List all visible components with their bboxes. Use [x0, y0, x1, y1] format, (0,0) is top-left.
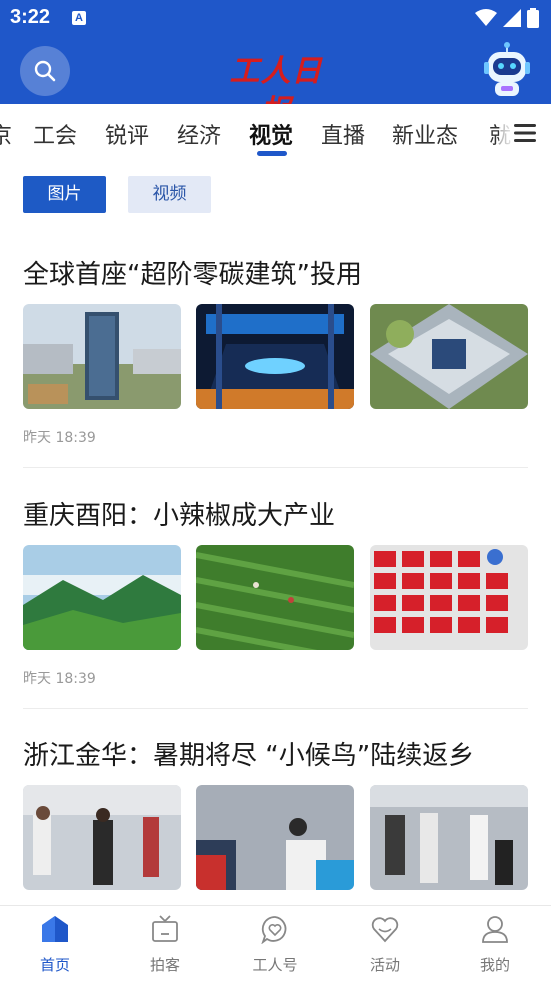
system-icons — [475, 8, 539, 28]
bottom-navigation: 首页 拍客 工人号 活动 我的 — [0, 905, 551, 981]
article-card[interactable]: 浙江金华：暑期将尽 “小候鸟”陆续返乡 — [23, 735, 528, 900]
article-title[interactable]: 重庆酉阳：小辣椒成大产业 — [23, 495, 335, 532]
article-image[interactable] — [23, 545, 181, 650]
tab-union[interactable]: 工会 — [33, 118, 77, 150]
heart-icon — [371, 917, 399, 943]
app-header: 工人日报 — [0, 36, 551, 129]
nav-paike-label: 拍客 — [149, 956, 180, 974]
signal-icon — [503, 9, 521, 27]
menu-icon — [514, 124, 536, 142]
article-image[interactable] — [23, 304, 181, 409]
app-logo: 工人日报 — [229, 54, 323, 129]
channel-tabs: 京 工会 锐评 经济 视觉 直播 新业态 就 — [0, 104, 551, 162]
status-bar: 3:22 A — [0, 0, 551, 36]
tab-live[interactable]: 直播 — [321, 118, 365, 150]
article-image[interactable] — [370, 545, 528, 650]
status-time: 3:22 — [10, 6, 51, 28]
assistant-button[interactable] — [482, 42, 532, 98]
nav-home-label: 首页 — [39, 956, 70, 974]
filter-videos-button[interactable]: 视频 — [128, 176, 211, 213]
top-bar: 3:22 A 工人日报 — [0, 0, 551, 129]
article-timestamp: 昨天 18:39 — [23, 430, 96, 446]
search-icon — [34, 60, 56, 82]
wifi-icon — [475, 9, 497, 26]
tv-icon — [152, 915, 178, 942]
article-timestamp: 昨天 18:39 — [23, 671, 96, 687]
article-card[interactable]: 重庆酉阳：小辣椒成大产业 昨天 18:39 — [23, 495, 528, 710]
nav-profile-label: 我的 — [479, 956, 510, 974]
divider — [23, 708, 528, 709]
article-image[interactable] — [196, 545, 354, 650]
article-title[interactable]: 全球首座“超阶零碳建筑”投用 — [23, 254, 362, 291]
tab-jing[interactable]: 京 — [0, 118, 12, 150]
heart-bubble-icon — [261, 916, 287, 944]
tab-commentary[interactable]: 锐评 — [105, 118, 149, 150]
user-icon — [482, 916, 508, 943]
tab-new-business[interactable]: 新业态 — [392, 118, 458, 150]
battery-icon — [527, 8, 539, 28]
nav-paike[interactable]: 拍客 — [110, 906, 220, 981]
article-title[interactable]: 浙江金华：暑期将尽 “小候鸟”陆续返乡 — [23, 735, 474, 772]
active-tab-indicator — [257, 151, 287, 156]
nav-gongrenhao[interactable]: 工人号 — [220, 906, 330, 981]
notification-a-icon: A — [72, 11, 86, 25]
tab-visual[interactable]: 视觉 — [249, 118, 293, 150]
home-icon — [42, 916, 68, 942]
article-card[interactable]: 全球首座“超阶零碳建筑”投用 昨天 18:39 — [23, 254, 528, 469]
robot-icon — [484, 42, 530, 96]
divider — [23, 467, 528, 468]
nav-profile[interactable]: 我的 — [440, 906, 550, 981]
channel-menu-button[interactable] — [499, 104, 551, 162]
article-image[interactable] — [23, 785, 181, 890]
filter-pictures-button[interactable]: 图片 — [23, 176, 106, 213]
nav-activities[interactable]: 活动 — [330, 906, 440, 981]
nav-gongrenhao-label: 工人号 — [252, 956, 298, 974]
nav-activities-label: 活动 — [369, 956, 400, 974]
article-image[interactable] — [370, 785, 528, 890]
article-image[interactable] — [370, 304, 528, 409]
article-image[interactable] — [196, 304, 354, 409]
tab-economy[interactable]: 经济 — [177, 118, 221, 150]
search-button[interactable] — [20, 46, 70, 96]
article-image[interactable] — [196, 785, 354, 890]
nav-home[interactable]: 首页 — [0, 906, 110, 981]
